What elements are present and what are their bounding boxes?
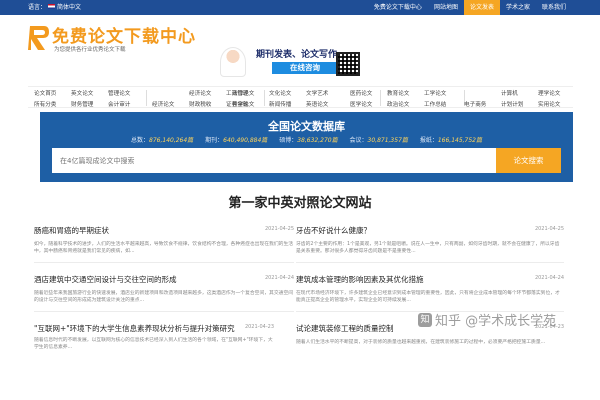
article-summary: 牙齿的2个主要的作用：1个是美观，另1个就是咀嚼。说在人一生中，只有两副，如何牙… (296, 242, 560, 254)
category-group-1: 论文首页 英文论文 管理论文 所有分类 财务管理 会计审计 (34, 87, 145, 109)
top-bar: 语言： 简体中文 免费论文下载中心 网站地图 论文发表 学术之家 联系我们 (0, 0, 600, 15)
article-card[interactable]: 酒店建筑中交通空间设计与交往空间的形成 2021-04-24 随着近些年来我国旅… (34, 275, 294, 312)
article-card[interactable]: "互联网+"环境下的大学生信息素养现状分析与提升对策研究 2021-04-23 … (34, 324, 274, 351)
divider (34, 311, 294, 312)
category-group-3: 法律论文 文化论文 文学艺术 哲学论文 新闻传播 英语论文 (232, 87, 343, 109)
article-title[interactable]: 牙齿不好说什么健康？ (296, 226, 564, 236)
category-link[interactable]: 财务管理 (71, 100, 108, 108)
china-flag-icon (48, 4, 56, 9)
category-link[interactable]: 法律论文 (232, 89, 269, 97)
category-link[interactable]: 工作总结 (424, 100, 461, 108)
stat-journals: 期刊：640,490,884篇 (205, 137, 268, 144)
category-link[interactable]: 新闻传播 (269, 100, 306, 108)
category-link[interactable]: 文化论文 (269, 89, 306, 97)
category-group-4: 医药论文 教育论文 工学论文 医学论文 政治论文 工作总结 (350, 87, 461, 109)
category-link[interactable]: 英文论文 (71, 89, 108, 97)
category-link[interactable]: 医学论文 (350, 100, 387, 108)
category-link[interactable]: 计划计划 (501, 100, 538, 108)
category-nav: 论文首页 英文论文 管理论文 所有分类 财务管理 会计审计 经济论文 工商管理 … (28, 86, 573, 108)
category-link[interactable]: 哲学论文 (232, 100, 269, 108)
logo-subtitle: 为您提供各行业优秀论文下载 (54, 47, 126, 53)
section-title: 第一家中英对照论文网站 (228, 196, 372, 211)
consultant-avatar (220, 47, 246, 77)
category-link[interactable]: 工学论文 (424, 89, 461, 97)
article-summary: 随着人们生活水平的不断提高，对于装修的质量也越来越重视，在建筑装修施工的过程中，… (296, 340, 546, 345)
database-stats: 总数：876,140,264篇 期刊：640,490,884篇 硕博：38,63… (40, 135, 573, 144)
category-link[interactable]: 所有分类 (34, 100, 71, 108)
divider (296, 262, 564, 263)
language-label: 语言： (28, 4, 47, 11)
article-title[interactable]: 酒店建筑中交通空间设计与交往空间的形成 (34, 275, 294, 285)
top-links: 免费论文下载中心 网站地图 论文发表 学术之家 联系我们 (368, 0, 572, 15)
article-date: 2021-04-24 (264, 275, 294, 281)
stat-theses: 硕博：38,632,270篇 (279, 137, 338, 144)
category-link[interactable]: 教育论文 (387, 89, 424, 97)
database-title: 全国论文数据库 (268, 120, 345, 133)
article-date: 2021-04-24 (534, 275, 564, 281)
divider (34, 262, 294, 263)
language-value: 简体中文 (57, 4, 82, 11)
article-title[interactable]: 肠癌和胃癌的早期症状 (34, 226, 294, 236)
article-card[interactable]: 牙齿不好说什么健康？ 2021-04-25 牙齿的2个主要的作用：1个是美观，另… (296, 226, 564, 263)
article-summary: 在现代市场经济环境下，许多建筑企业已经意识到成本管理的重要性，因此，只有将企业成… (296, 291, 560, 303)
toplink-contact[interactable]: 联系我们 (536, 0, 572, 15)
article-title[interactable]: 建筑成本管理的影响因素及其优化措施 (296, 275, 564, 285)
stat-newspapers: 报纸：166,145,752篇 (419, 137, 482, 144)
logo-title: 免费论文下载中心 (52, 27, 196, 47)
category-link[interactable]: 政治论文 (387, 100, 424, 108)
article-summary: 随着信息时代的不断发展，以互联网为核心的信息技术已经深入到人们生活的各个领域，在… (34, 338, 273, 350)
search-button[interactable]: 论文搜索 (496, 148, 561, 173)
category-link[interactable]: 计算机 (501, 89, 538, 97)
category-link[interactable]: 经济论文 (152, 100, 189, 108)
online-consult-button[interactable]: 在线咨询 (272, 62, 338, 74)
article-summary: 随着近些年来我国旅游行业的快速发展，酒店业的新建项目和改造项目越来越多，这类酒店… (34, 291, 294, 303)
stat-total: 总数：876,140,264篇 (131, 137, 194, 144)
language-switch[interactable]: 语言： 简体中文 (28, 2, 81, 11)
category-link[interactable]: 财政税收 (189, 100, 226, 108)
search-input[interactable] (52, 148, 496, 173)
logo-mark-icon (28, 26, 49, 50)
article-summary: 如今，随着科学技术的进步，人们的生活水平越来越高，导致饮食不规律，饮食结构不合理… (34, 242, 294, 254)
article-date: 2021-04-23 (244, 324, 274, 330)
category-link[interactable]: 电子商务 (464, 100, 501, 108)
site-logo[interactable]: 免费论文下载中心 为您提供各行业优秀论文下载 (28, 20, 198, 60)
article-card[interactable]: 建筑成本管理的影响因素及其优化措施 2021-04-24 在现代市场经济环境下，… (296, 275, 564, 312)
category-link[interactable]: 医药论文 (350, 89, 387, 97)
category-link[interactable]: 实用论文 (538, 100, 575, 108)
toplink-academic-home[interactable]: 学术之家 (500, 0, 536, 15)
watermark-text: 知乎 @学术成长学苑 (435, 314, 557, 329)
stat-conferences: 会议：30,871,357篇 (349, 137, 408, 144)
category-link[interactable]: 经济论文 (189, 89, 226, 97)
consult-ad-banner[interactable]: 期刊发表、论文写作 在线咨询 (210, 47, 390, 80)
category-link[interactable]: 文学艺术 (306, 89, 343, 97)
article-card[interactable]: 肠癌和胃癌的早期症状 2021-04-25 如今，随着科学技术的进步，人们的生活… (34, 226, 294, 263)
category-divider (146, 90, 147, 106)
article-date: 2021-04-25 (534, 226, 564, 232)
article-title[interactable]: "互联网+"环境下的大学生信息素养现状分析与提升对策研究 (34, 324, 248, 334)
zhihu-logo-icon: 知 (418, 312, 432, 327)
category-link[interactable]: 会计审计 (108, 100, 145, 108)
qr-code-icon (336, 52, 360, 76)
category-link[interactable]: 理学论文 (538, 89, 575, 97)
category-link[interactable]: 英语论文 (306, 100, 343, 108)
toplink-publish[interactable]: 论文发表 (463, 0, 500, 15)
article-date: 2021-04-25 (264, 226, 294, 232)
toplink-download-center[interactable]: 免费论文下载中心 (368, 0, 428, 15)
ad-headline: 期刊发表、论文写作 (256, 50, 338, 60)
category-group-5: 计算机 理学论文 电子商务 计划计划 实用论文 (464, 87, 575, 109)
database-search-panel: 全国论文数据库 总数：876,140,264篇 期刊：640,490,884篇 … (40, 112, 573, 182)
zhihu-watermark: 知 知乎 @学术成长学苑 (418, 310, 556, 329)
category-link[interactable]: 论文首页 (34, 89, 71, 97)
toplink-sitemap[interactable]: 网站地图 (428, 0, 464, 15)
category-link[interactable]: 管理论文 (108, 89, 145, 97)
